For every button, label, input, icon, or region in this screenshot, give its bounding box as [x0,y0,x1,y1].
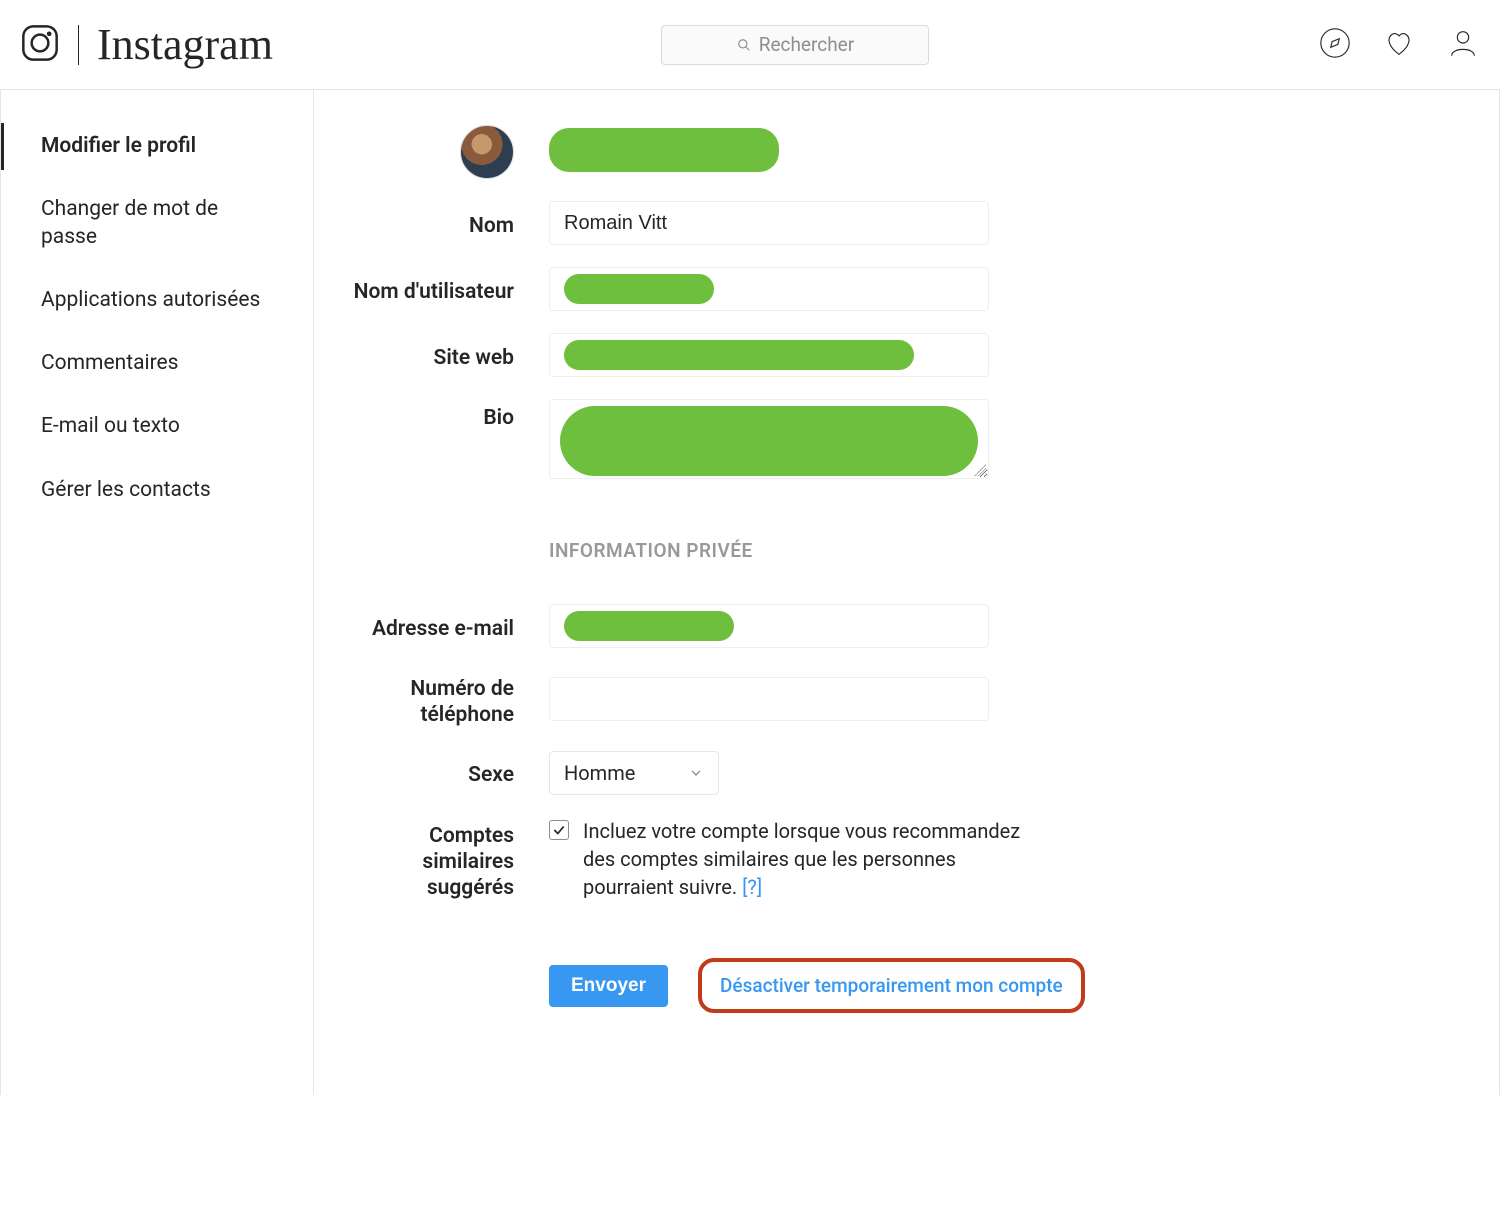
sidebar-item-edit-profile[interactable]: Modifier le profil [1,115,313,178]
gender-select[interactable]: Homme [549,751,719,795]
label-gender: Sexe [468,763,514,787]
explore-icon[interactable] [1318,26,1352,64]
row-similar: Comptes similaires suggérés Incluez votr… [334,817,1439,902]
search-icon [737,38,751,52]
row-gender: Sexe Homme [334,751,1439,795]
gender-value: Homme [564,761,635,785]
label-phone: Numéro de téléphone [410,677,514,727]
deactivate-account-link[interactable]: Désactiver temporairement mon compte [720,974,1063,997]
row-bio: Bio [334,399,1439,479]
deactivate-highlight: Désactiver temporairement mon compte [698,958,1085,1013]
row-private-header: INFORMATION PRIVÉE [334,501,1439,582]
sidebar-item-manage-contacts[interactable]: Gérer les contacts [1,459,313,522]
search-placeholder: Rechercher [759,33,854,56]
top-bar: Instagram Rechercher [0,0,1500,90]
sidebar-item-email-sms[interactable]: E-mail ou texto [1,395,313,458]
content: Nom Nom d'utilisateur Site web Bio INFOR… [314,90,1499,1095]
website-value-redacted [564,340,914,370]
search-input[interactable]: Rechercher [661,25,929,65]
row-phone: Numéro de téléphone [334,670,1439,729]
label-name: Nom [469,214,514,238]
chevron-down-icon [688,765,704,781]
name-input[interactable] [549,201,989,245]
row-email: Adresse e-mail [334,604,1439,648]
username-input[interactable] [549,267,989,311]
row-avatar [334,125,1439,179]
top-icons [1318,26,1480,64]
website-input[interactable] [549,333,989,377]
activity-heart-icon[interactable] [1382,26,1416,64]
private-info-header: INFORMATION PRIVÉE [549,539,989,562]
bio-value-redacted [560,406,978,476]
instagram-glyph-icon[interactable] [20,23,60,67]
help-link[interactable]: [?] [742,875,762,899]
label-website: Site web [434,346,514,370]
sidebar: Modifier le profil Changer de mot de pas… [0,90,314,1095]
sidebar-item-change-password[interactable]: Changer de mot de passe [1,178,313,269]
label-similar: Comptes similaires suggérés [422,824,514,901]
username-value-redacted [564,274,714,304]
brand-block: Instagram [20,19,273,70]
username-display-redacted[interactable] [549,128,779,172]
profile-icon[interactable] [1446,26,1480,64]
label-bio: Bio [483,406,514,430]
row-username: Nom d'utilisateur [334,267,1439,311]
label-email: Adresse e-mail [372,617,514,641]
row-website: Site web [334,333,1439,377]
brand-wordmark[interactable]: Instagram [97,19,273,70]
brand-divider [78,25,79,65]
label-username: Nom d'utilisateur [354,280,514,304]
email-input[interactable] [549,604,989,648]
sidebar-item-comments[interactable]: Commentaires [1,332,313,395]
bio-textarea[interactable] [549,399,989,479]
main: Modifier le profil Changer de mot de pas… [0,90,1500,1095]
row-name: Nom [334,201,1439,245]
similar-accounts-checkbox[interactable] [549,820,569,840]
submit-button[interactable]: Envoyer [549,965,668,1007]
similar-accounts-text: Incluez votre compte lorsque vous recomm… [583,817,1049,901]
sidebar-item-authorized-apps[interactable]: Applications autorisées [1,269,313,332]
avatar[interactable] [460,125,514,179]
email-value-redacted [564,611,734,641]
search-wrap: Rechercher [273,25,1318,65]
row-actions: Envoyer Désactiver temporairement mon co… [334,923,1439,1013]
phone-input[interactable] [549,677,989,721]
